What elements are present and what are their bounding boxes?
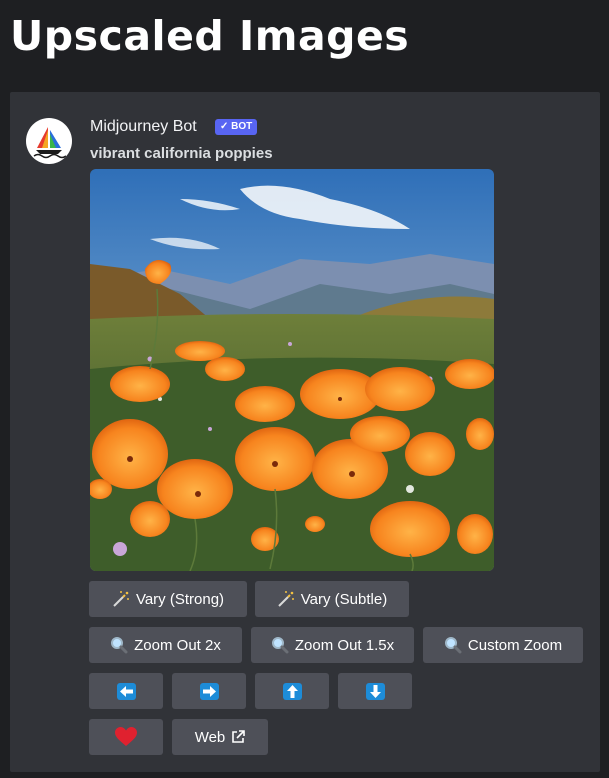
zoom-out-2x-button[interactable]: Zoom Out 2x xyxy=(89,627,242,663)
message-panel: Midjourney Bot ✓ BOT vibrant california … xyxy=(10,92,600,772)
arrow-down-icon xyxy=(365,682,385,700)
page-title: Upscaled Images xyxy=(10,12,410,60)
heart-icon xyxy=(115,727,137,747)
arrow-right-icon xyxy=(199,682,219,700)
vary-subtle-label: Vary (Subtle) xyxy=(300,590,388,608)
magnifier-icon xyxy=(271,636,289,654)
upscaled-image[interactable] xyxy=(90,169,494,571)
magic-wand-icon xyxy=(112,590,130,608)
vary-strong-button[interactable]: Vary (Strong) xyxy=(89,581,247,617)
pan-down-button[interactable] xyxy=(338,673,412,709)
custom-zoom-label: Custom Zoom xyxy=(467,636,563,654)
favorite-button[interactable] xyxy=(89,719,163,755)
magic-wand-icon xyxy=(277,590,295,608)
magnifier-icon xyxy=(110,636,128,654)
zoom-out-1-5x-label: Zoom Out 1.5x xyxy=(294,636,395,654)
web-button[interactable]: Web xyxy=(172,719,268,755)
magnifier-icon xyxy=(444,636,462,654)
vary-strong-label: Vary (Strong) xyxy=(135,590,225,608)
arrow-up-icon xyxy=(282,682,302,700)
bot-badge: ✓ BOT xyxy=(215,119,258,135)
zoom-out-1-5x-button[interactable]: Zoom Out 1.5x xyxy=(251,627,414,663)
pan-up-button[interactable] xyxy=(255,673,329,709)
pan-right-button[interactable] xyxy=(172,673,246,709)
custom-zoom-button[interactable]: Custom Zoom xyxy=(423,627,583,663)
external-link-icon xyxy=(231,730,246,744)
pan-left-button[interactable] xyxy=(89,673,163,709)
username[interactable]: Midjourney Bot xyxy=(90,118,197,136)
prompt-text: vibrant california poppies xyxy=(90,145,273,162)
arrow-left-icon xyxy=(116,682,136,700)
vary-subtle-button[interactable]: Vary (Subtle) xyxy=(255,581,409,617)
poppy-field-image xyxy=(90,169,494,571)
zoom-out-2x-label: Zoom Out 2x xyxy=(134,636,221,654)
avatar[interactable] xyxy=(26,118,72,164)
sailboat-logo-icon xyxy=(33,127,67,159)
web-label: Web xyxy=(194,728,226,746)
